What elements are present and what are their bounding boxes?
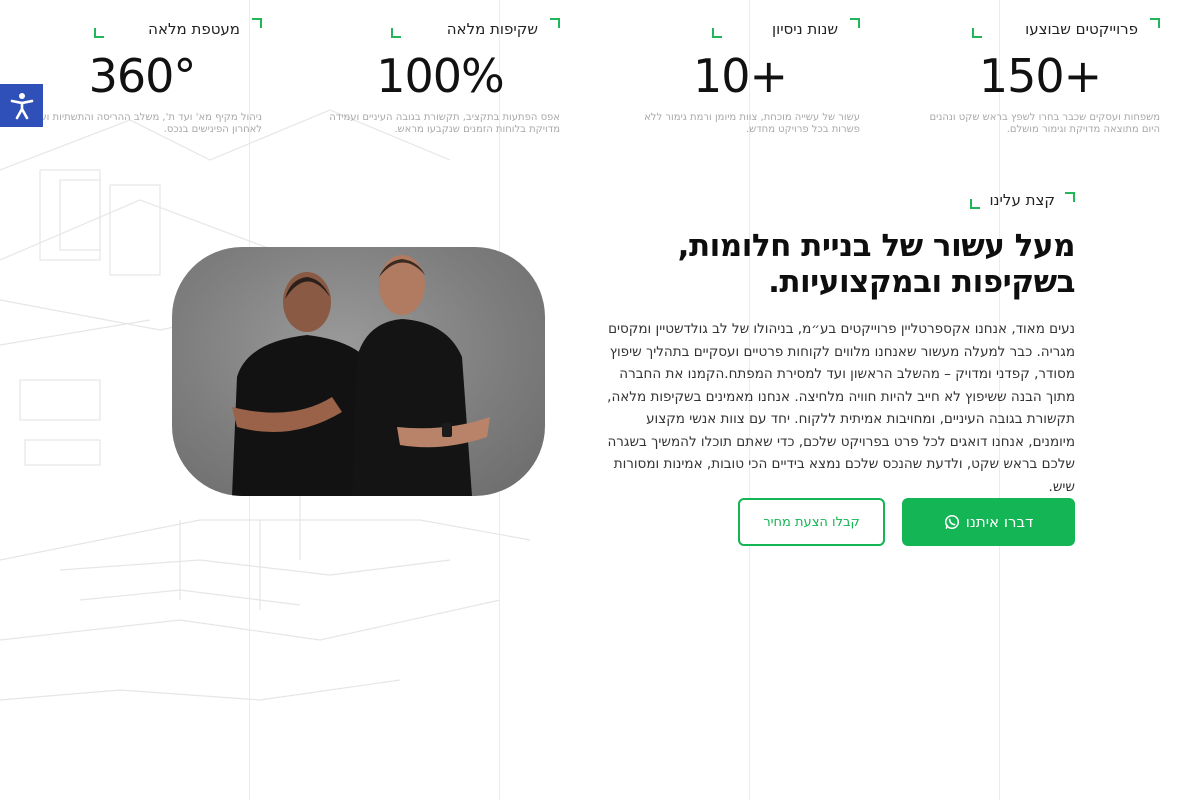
corner-accent-icon <box>252 18 262 28</box>
get-quote-label: קבלו הצעת מחיר <box>763 514 860 530</box>
stat-label: פרוייקטים שבוצעו <box>1025 20 1138 38</box>
corner-accent-icon <box>1150 18 1160 28</box>
stat-description: אפס הפתעות בתקציב, תקשורת בגובה העיניים … <box>329 112 560 135</box>
corner-accent-icon <box>1065 192 1075 202</box>
corner-accent-icon <box>550 18 560 28</box>
stat-value: 10+ <box>692 49 788 103</box>
cta-buttons: דברו איתנו קבלו הצעת מחיר <box>738 498 1075 546</box>
stat-description: עשור של עשייה מוכחת, צוות מיומן ורמת גימ… <box>644 112 860 135</box>
stat-label: שקיפות מלאה <box>446 20 538 38</box>
contact-us-label: דברו איתנו <box>965 513 1034 531</box>
stat-projects: פרוייקטים שבוצעו 150+ משפחות ועסקים שכבר… <box>920 18 1160 136</box>
about-section: קצת עלינו מעל עשור של בניית חלומות, בשקי… <box>605 190 1075 498</box>
stat-transparency: שקיפות מלאה 100% אפס הפתעות בתקציב, תקשו… <box>320 18 560 136</box>
section-headline: מעל עשור של בניית חלומות, בשקיפות ובמקצו… <box>677 228 1076 300</box>
corner-accent-icon <box>391 28 401 38</box>
corner-accent-icon <box>850 18 860 28</box>
corner-accent-icon <box>94 28 104 38</box>
section-body: נעים מאוד, אנחנו אקספרטליין פרוייקטים בע… <box>607 321 1075 495</box>
accessibility-icon <box>10 92 33 119</box>
stat-value: 360° <box>88 49 197 103</box>
stat-experience: שנות ניסיון 10+ עשור של עשייה מוכחת, צוו… <box>620 18 860 136</box>
get-quote-button[interactable]: קבלו הצעת מחיר <box>738 498 885 546</box>
section-eyebrow: קצת עלינו <box>989 191 1055 209</box>
contact-us-button[interactable]: דברו איתנו <box>902 498 1075 546</box>
corner-accent-icon <box>972 28 982 38</box>
team-photo-illustration <box>232 255 490 496</box>
stat-label: מעטפת מלאה <box>148 20 240 38</box>
corner-accent-icon <box>712 28 722 38</box>
corner-accent-icon <box>970 199 980 209</box>
stat-label: שנות ניסיון <box>772 20 838 38</box>
team-photo <box>172 247 545 496</box>
stat-description: ניהול מקיף מא' ועד ת', משלב ההריסה והתשת… <box>34 112 262 135</box>
stat-value: 150+ <box>978 49 1102 103</box>
stat-full-service: מעטפת מלאה 360° ניהול מקיף מא' ועד ת', מ… <box>22 18 262 136</box>
whatsapp-icon <box>944 514 959 530</box>
accessibility-button[interactable] <box>0 84 43 127</box>
stat-description: משפחות ועסקים שכבר בחרו לשפץ בראש שקט ונ… <box>929 112 1160 135</box>
stat-value: 100% <box>376 49 505 103</box>
